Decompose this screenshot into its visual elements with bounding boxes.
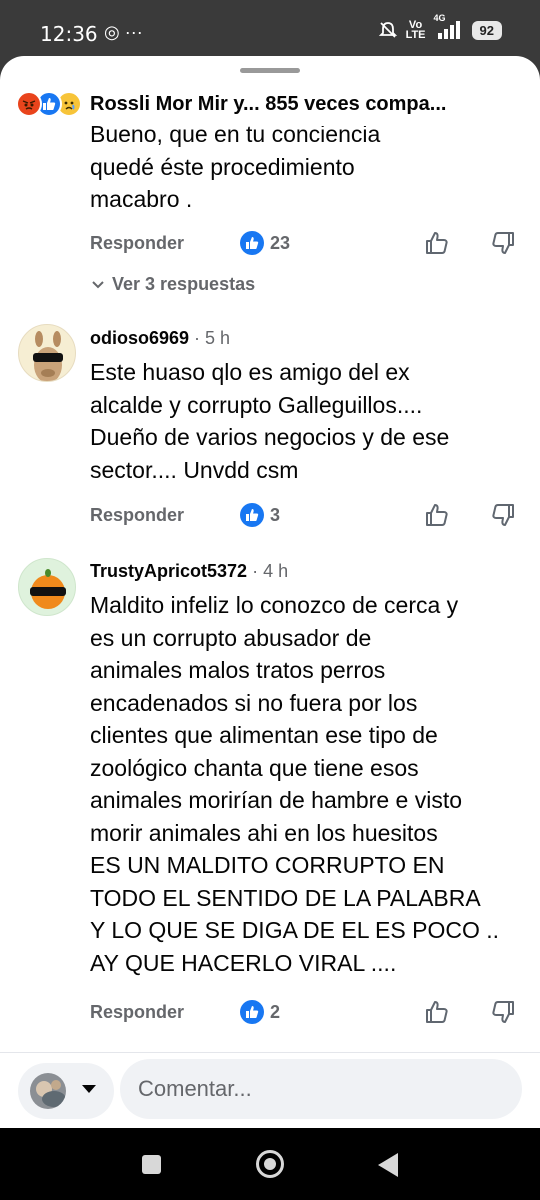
comment-line: macabro .	[90, 186, 193, 212]
like-count[interactable]: 3	[240, 503, 280, 527]
comment-line: sector.... Unvdd csm	[90, 456, 299, 483]
comment-line: quedé éste procedimiento	[90, 153, 355, 180]
view-replies-button[interactable]: Ver 3 respuestas	[90, 274, 255, 295]
thumb-down-icon[interactable]	[490, 230, 516, 256]
like-count-value: 3	[270, 504, 281, 525]
home-nav-icon[interactable]	[256, 1150, 284, 1178]
comment-text: Bueno, que en tu conciencia quedé éste p…	[90, 118, 380, 216]
view-replies-label: Ver 3 respuestas	[112, 274, 256, 294]
comment-line: morir animales ahi en los huesitos	[90, 819, 438, 846]
comment-line: AY QUE HACERLO VIRAL ....	[90, 949, 397, 976]
comment-line: Maldito infeliz lo conozco de cerca y	[90, 592, 459, 618]
battery-indicator: 92	[471, 20, 502, 40]
comment-actions: Responder 2	[90, 997, 520, 1027]
reply-button[interactable]: Responder	[90, 505, 184, 526]
comment-text: Este huaso qlo es amigo del ex alcalde y…	[90, 356, 449, 486]
status-right-icons: Vo LTE 4G 92	[378, 13, 502, 41]
comment-line: Y LO QUE SE DIGA DE EL ES POCO ..	[90, 917, 500, 943]
avatar	[30, 1073, 66, 1109]
thumb-down-icon[interactable]	[490, 502, 516, 528]
comment-line: animales morirían de hambre e visto	[90, 787, 462, 813]
post-title[interactable]: Rossli Mor Mir y... 855 veces compa...	[90, 93, 446, 116]
comment-line: Dueño de varios negocios y de ese	[90, 424, 450, 450]
sheet-header: Rossli Mor Mir y... 855 veces compa...	[0, 82, 540, 126]
like-badge-icon	[240, 231, 264, 255]
comment-actions: Responder 23	[90, 228, 520, 258]
comment-input[interactable]	[120, 1059, 522, 1119]
mute-icon	[378, 22, 397, 38]
comment-line: animales malos tratos perros	[90, 657, 386, 683]
like-count[interactable]: 2	[240, 1000, 280, 1024]
back-nav-icon[interactable]	[378, 1153, 398, 1177]
reply-button[interactable]: Responder	[90, 1002, 184, 1023]
comment-author[interactable]: odioso6969	[90, 328, 189, 348]
status-time: 12:36	[40, 22, 98, 46]
separator: ·	[247, 561, 264, 581]
signal-icon: 4G	[434, 13, 464, 39]
notification-icons: ◎ ···	[104, 22, 143, 42]
square-nav-icon[interactable]	[142, 1155, 161, 1174]
volte-bottom: LTE	[405, 29, 426, 41]
volte-icon: Vo LTE	[405, 20, 426, 41]
avatar[interactable]	[18, 324, 76, 382]
like-badge-icon	[240, 1000, 264, 1024]
separator: ·	[189, 328, 206, 348]
comment-line: alcalde y corrupto Galleguillos....	[90, 391, 423, 418]
comment-line: Este huaso qlo es amigo del ex	[90, 359, 410, 385]
comment-line: clientes que alimentan ese tipo de	[90, 722, 438, 748]
comment-time: 5 h	[205, 328, 231, 348]
system-nav-bar	[0, 1128, 540, 1200]
avatar[interactable]	[18, 558, 76, 616]
comment-line: TODO EL SENTIDO DE LA PALABRA	[90, 884, 481, 911]
drag-handle[interactable]	[240, 68, 300, 73]
comment-line: zoológico chanta que tiene esos	[90, 754, 419, 781]
like-badge-icon	[240, 503, 264, 527]
like-count-value: 2	[270, 1001, 281, 1022]
comment-meta: odioso6969 · 5 h	[90, 328, 230, 349]
thumb-up-icon[interactable]	[424, 230, 450, 256]
chevron-down-icon	[82, 1085, 96, 1093]
reply-button[interactable]: Responder	[90, 233, 184, 254]
thumb-up-icon[interactable]	[424, 502, 450, 528]
comment-meta: TrustyApricot5372 · 4 h	[90, 561, 288, 582]
angry-reaction-icon	[16, 91, 42, 117]
signal-label: 4G	[433, 13, 446, 23]
comments-sheet: Rossli Mor Mir y... 855 veces compa... B…	[0, 56, 540, 1128]
thumb-up-icon[interactable]	[424, 999, 450, 1025]
status-bar: 12:36 ◎ ··· Vo LTE 4G 92	[0, 0, 540, 62]
comment-text: Maldito infeliz lo conozco de cerca y es…	[90, 589, 499, 979]
comment-line: es un corrupto abusador de	[90, 624, 372, 651]
like-count[interactable]: 23	[240, 231, 290, 255]
comment-actions: Responder 3	[90, 500, 520, 530]
thumb-down-icon[interactable]	[490, 999, 516, 1025]
comment-composer	[0, 1052, 540, 1128]
comment-line: ES UN MALDITO CORRUPTO EN	[90, 852, 445, 878]
profile-switcher-button[interactable]	[18, 1063, 114, 1119]
like-count-value: 23	[270, 232, 291, 253]
comment-author[interactable]: TrustyApricot5372	[90, 561, 247, 581]
comment-time: 4 h	[263, 561, 289, 581]
comment-line: encadenados si no fuera por los	[90, 689, 418, 716]
chevron-down-icon	[92, 280, 104, 288]
